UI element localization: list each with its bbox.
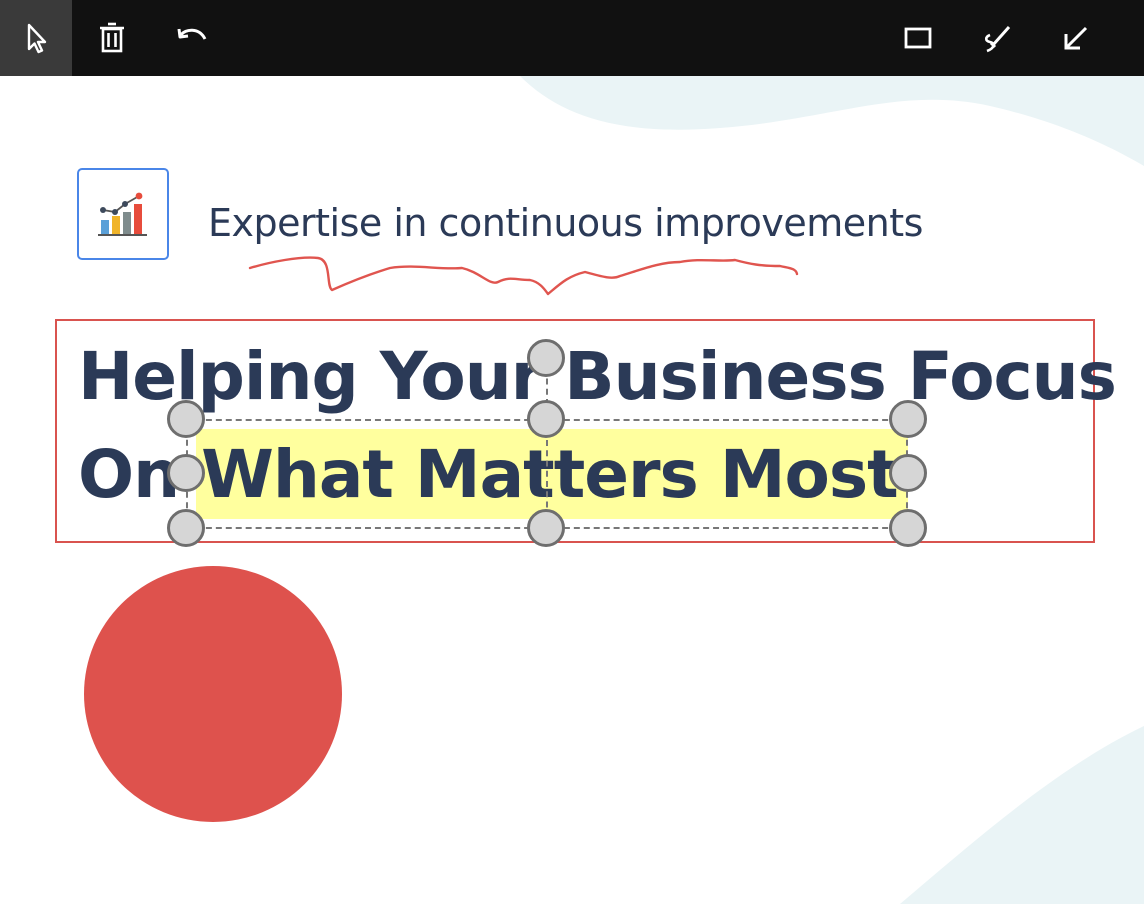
rotation-guide-line xyxy=(546,358,548,528)
trash-icon xyxy=(100,22,124,53)
heading-line-1: Helping Your Business Focus xyxy=(78,338,1117,415)
resize-handle-bottom-right[interactable] xyxy=(889,509,927,547)
highlighter-tool-button[interactable] xyxy=(962,0,1034,76)
bar-chart-icon xyxy=(98,192,147,236)
resize-handle-left[interactable] xyxy=(167,454,205,492)
resize-handle-top-left[interactable] xyxy=(167,400,205,438)
delete-button[interactable] xyxy=(76,0,148,76)
tagline-text: Expertise in continuous improvements xyxy=(208,201,923,245)
resize-handle-bottom-left[interactable] xyxy=(167,509,205,547)
logo-thumbnail[interactable] xyxy=(77,168,169,260)
resize-handle-top[interactable] xyxy=(527,400,565,438)
undo-icon xyxy=(177,28,207,40)
rectangle-tool-button[interactable] xyxy=(882,0,954,76)
freehand-underline-annotation[interactable] xyxy=(240,246,810,306)
resize-handle-top-right[interactable] xyxy=(889,400,927,438)
annotation-toolbar xyxy=(0,0,1144,76)
undo-button[interactable] xyxy=(156,0,228,76)
highlighter-icon xyxy=(984,26,1011,53)
resize-handle-right[interactable] xyxy=(889,454,927,492)
rotate-handle[interactable] xyxy=(527,339,565,377)
arrow-tool-button[interactable] xyxy=(1040,0,1112,76)
red-circle-shape[interactable] xyxy=(84,566,342,822)
rectangle-icon xyxy=(904,27,932,49)
slide-canvas[interactable]: Expertise in continuous improvements Hel… xyxy=(0,76,1144,904)
resize-handle-bottom[interactable] xyxy=(527,509,565,547)
arrow-down-left-icon xyxy=(1064,26,1088,50)
select-tool-button[interactable] xyxy=(0,0,72,76)
cursor-icon xyxy=(27,23,47,54)
